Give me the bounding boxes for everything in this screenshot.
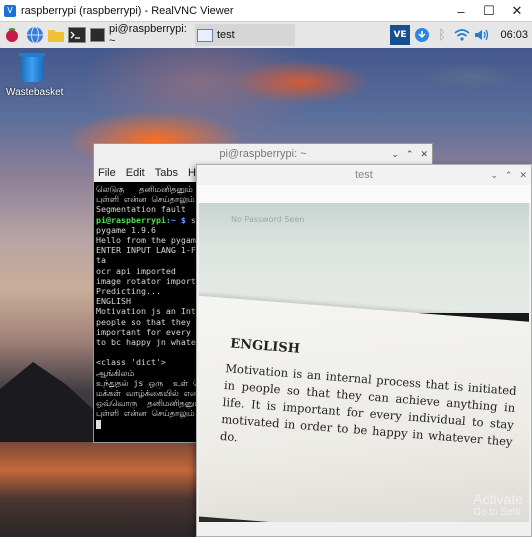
bluetooth-icon[interactable]: ᛒ: [432, 25, 452, 45]
activate-windows-watermark: Activate Go to Setti: [473, 491, 523, 518]
taskbar-task-test-label: test: [217, 29, 235, 41]
taskbar-task-terminal-label: pi@raspberrypi: ~: [108, 23, 187, 47]
desktop-icon-label: Wastebasket: [6, 87, 64, 98]
file-manager-folder-icon[interactable]: [46, 25, 66, 45]
menu-edit[interactable]: Edit: [126, 167, 145, 179]
taskbar-task-test[interactable]: test: [195, 24, 295, 46]
faint-background-text: No Password Seen: [231, 215, 305, 224]
background-paper: No Password Seen: [199, 203, 529, 313]
test-close-button[interactable]: ✕: [519, 170, 527, 181]
terminal-launcher-icon[interactable]: [67, 25, 87, 45]
test-window-padding: [197, 185, 531, 203]
window-icon: [197, 28, 213, 42]
wifi-icon[interactable]: [452, 25, 472, 45]
realvnc-app-icon: V: [4, 4, 16, 17]
vnc-close-button[interactable]: ✕: [502, 0, 532, 22]
taskbar: pi@raspberrypi: ~ test VE ᛒ 06:03: [0, 22, 532, 48]
terminal-maximize-button[interactable]: ⌃: [406, 149, 414, 160]
wallpaper-water: [0, 442, 200, 537]
test-maximize-button[interactable]: ⌃: [505, 170, 513, 181]
test-window-title: test: [355, 169, 373, 181]
update-tray-icon[interactable]: [412, 25, 432, 45]
document-body-text: Motivation is an internal process that i…: [219, 361, 518, 449]
wastebasket-icon: [19, 53, 45, 82]
watermark-line-2: Go to Setti: [473, 507, 521, 518]
watermark-line-1: Activate: [473, 491, 523, 507]
vnc-title-bar: V raspberrypi (raspberrypi) - RealVNC Vi…: [0, 0, 532, 22]
prompt-path: :~ $: [165, 214, 186, 225]
vnc-maximize-button[interactable]: ☐: [474, 0, 504, 22]
volume-icon[interactable]: [472, 25, 492, 45]
vnc-minimize-button[interactable]: –: [446, 0, 476, 22]
terminal-minimize-button[interactable]: ⌄: [391, 149, 399, 160]
raspberry-menu-icon[interactable]: [2, 25, 22, 45]
terminal-title-bar[interactable]: pi@raspberrypi: ~ ⌄ ⌃ ✕: [94, 144, 432, 164]
document-heading: ENGLISH: [229, 336, 301, 357]
terminal-cursor: [96, 419, 101, 429]
taskbar-task-terminal[interactable]: pi@raspberrypi: ~: [90, 23, 190, 47]
terminal-icon: [90, 28, 105, 42]
vnc-window-title: raspberrypi (raspberrypi) - RealVNC View…: [21, 4, 234, 17]
test-title-bar[interactable]: test ⌄ ⌃ ✕: [197, 165, 531, 185]
browser-globe-icon[interactable]: [25, 25, 45, 45]
prompt-user: pi@raspberrypi: [96, 214, 166, 225]
terminal-close-button[interactable]: ✕: [420, 149, 428, 160]
camera-preview: No Password Seen ENGLISH Motivation is a…: [199, 203, 529, 522]
taskbar-clock[interactable]: 06:03: [500, 22, 528, 48]
document-paper: ENGLISH Motivation is an internal proces…: [199, 295, 529, 522]
vnc-tray-icon[interactable]: VE: [390, 25, 410, 45]
test-window[interactable]: test ⌄ ⌃ ✕ No Password Seen ENGLISH Moti…: [196, 164, 532, 537]
menu-file[interactable]: File: [98, 167, 116, 179]
menu-tabs[interactable]: Tabs: [155, 167, 178, 179]
terminal-title: pi@raspberrypi: ~: [219, 148, 307, 160]
desktop-icon-wastebasket[interactable]: Wastebasket: [6, 53, 64, 98]
test-minimize-button[interactable]: ⌄: [490, 170, 498, 181]
